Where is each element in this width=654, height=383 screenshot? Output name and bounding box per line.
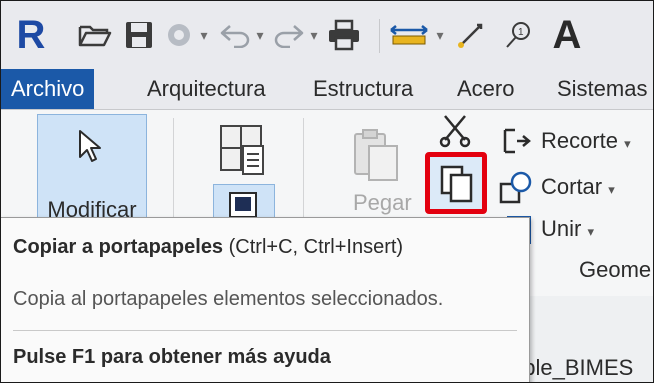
tab-estructura[interactable]: Estructura bbox=[313, 69, 413, 109]
copy-icon bbox=[440, 165, 473, 203]
tooltip-title: Copiar a portapapeles (Ctrl+C, Ctrl+Inse… bbox=[13, 236, 403, 259]
paste-icon bbox=[351, 128, 403, 189]
paste-label: Pegar bbox=[353, 190, 412, 215]
sync-icon[interactable] bbox=[159, 15, 199, 55]
svg-text:1: 1 bbox=[518, 27, 524, 38]
tooltip-title-command: Copiar a portapapeles bbox=[13, 236, 224, 258]
geometry-panel-label: Geome bbox=[579, 257, 652, 282]
chevron-down-icon[interactable]: ▾ bbox=[433, 15, 447, 55]
revit-logo[interactable]: R bbox=[11, 13, 51, 57]
copy-button[interactable] bbox=[425, 152, 487, 214]
open-icon[interactable] bbox=[75, 15, 115, 55]
revit-window: R ▾ ▾ ▾ ▾ 1 A Archivo Arquitectura Estru… bbox=[0, 0, 654, 383]
chevron-down-icon[interactable]: ▾ bbox=[624, 136, 631, 151]
toolbar-divider bbox=[379, 19, 380, 53]
tab-acero[interactable]: Acero bbox=[457, 69, 514, 109]
tooltip-description: Copia al portapapeles elementos seleccio… bbox=[13, 288, 444, 310]
undo-icon[interactable] bbox=[215, 15, 255, 55]
quick-access-toolbar: R ▾ ▾ ▾ ▾ 1 A bbox=[1, 1, 653, 69]
unir-label[interactable]: Unir ▾ bbox=[541, 216, 594, 242]
text-icon[interactable]: A bbox=[549, 13, 585, 57]
ribbon-divider bbox=[173, 118, 174, 220]
aligned-dimension-icon[interactable] bbox=[451, 15, 491, 55]
cursor-arrow-icon bbox=[79, 130, 101, 162]
tooltip-help: Pulse F1 para obtener más ayuda bbox=[13, 346, 331, 368]
redo-icon[interactable] bbox=[269, 15, 309, 55]
scissors-icon[interactable] bbox=[439, 114, 471, 153]
tooltip-divider bbox=[13, 330, 517, 331]
chevron-down-icon[interactable]: ▾ bbox=[608, 182, 615, 197]
ribbon-divider bbox=[303, 118, 304, 220]
tooltip-title-shortcut: (Ctrl+C, Ctrl+Insert) bbox=[223, 236, 404, 258]
tab-arquitectura[interactable]: Arquitectura bbox=[147, 69, 266, 109]
chevron-down-icon[interactable]: ▾ bbox=[587, 224, 594, 239]
recorte-label[interactable]: Recorte ▾ bbox=[541, 128, 631, 154]
tab-sistemas[interactable]: Sistemas bbox=[557, 69, 647, 109]
type-properties-icon[interactable] bbox=[219, 124, 267, 181]
tab-archivo[interactable]: Archivo bbox=[1, 69, 95, 109]
measure-icon[interactable] bbox=[387, 15, 431, 55]
chevron-down-icon[interactable]: ▾ bbox=[197, 15, 211, 55]
recorte-icon[interactable] bbox=[501, 126, 531, 161]
tag-icon[interactable]: 1 bbox=[499, 15, 539, 55]
modify-button[interactable]: Modificar bbox=[37, 114, 147, 228]
properties-icon bbox=[229, 192, 257, 218]
cortar-icon[interactable] bbox=[499, 170, 533, 209]
print-icon[interactable] bbox=[323, 15, 365, 55]
cortar-label[interactable]: Cortar ▾ bbox=[541, 174, 615, 200]
chevron-down-icon[interactable]: ▾ bbox=[253, 15, 267, 55]
ribbon-tabs: Archivo Arquitectura Estructura Acero Si… bbox=[1, 69, 653, 110]
chevron-down-icon[interactable]: ▾ bbox=[307, 15, 321, 55]
tooltip: Copiar a portapapeles (Ctrl+C, Ctrl+Inse… bbox=[1, 217, 530, 382]
save-icon[interactable] bbox=[119, 15, 159, 55]
